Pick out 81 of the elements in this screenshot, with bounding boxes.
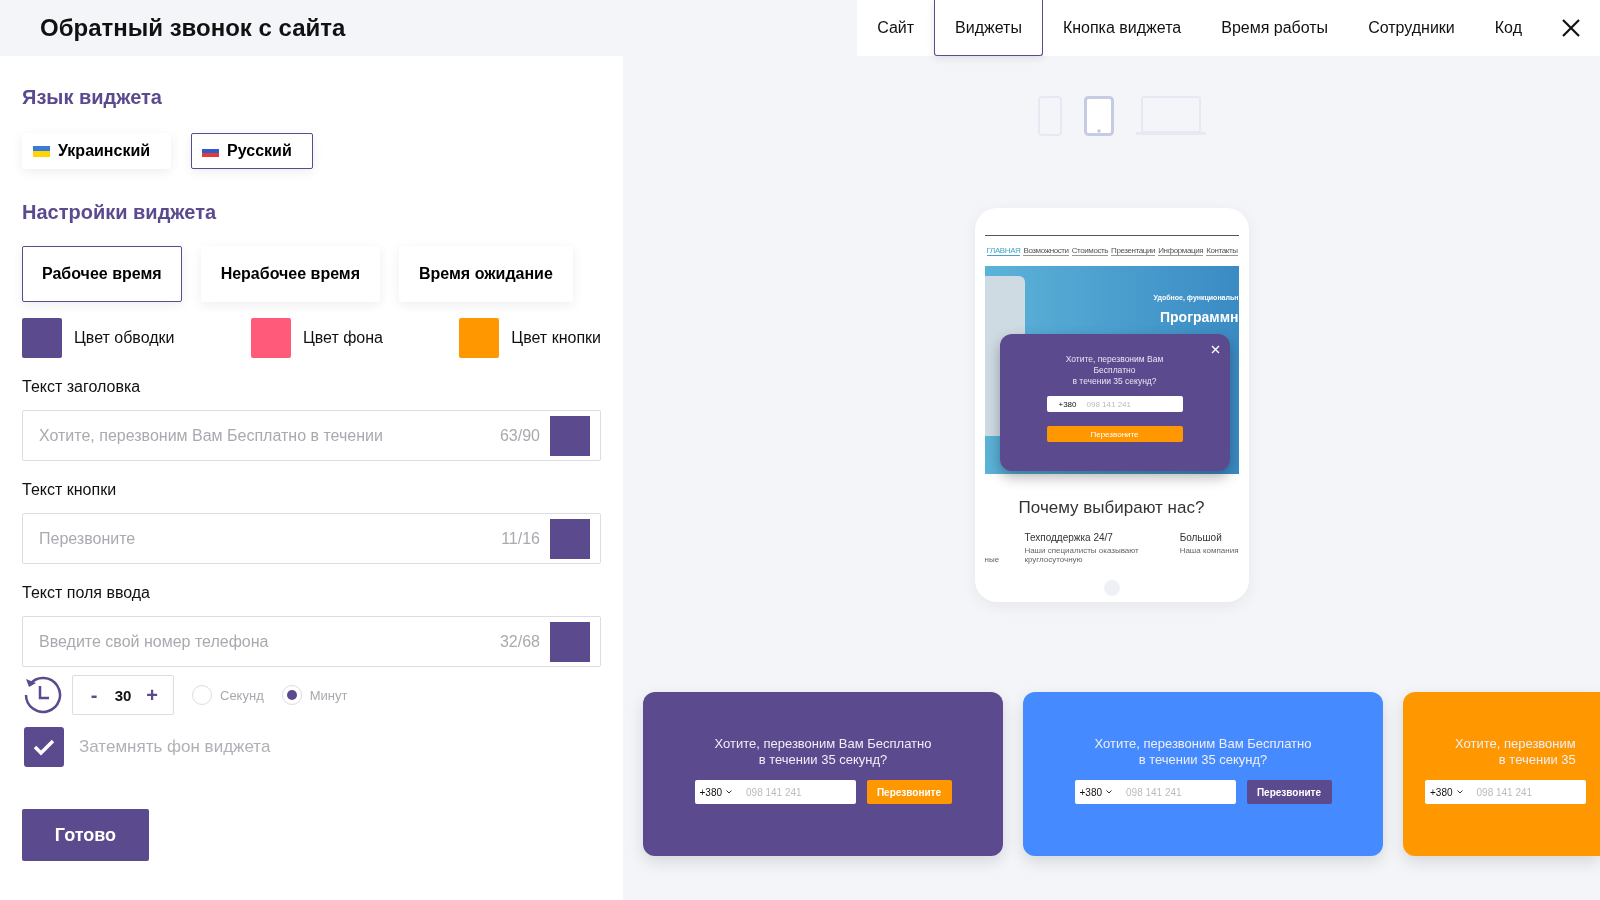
mode-button[interactable]: Рабочее время	[22, 246, 182, 302]
checkbox[interactable]	[24, 727, 64, 767]
color-swatch[interactable]	[550, 621, 590, 662]
flag-icon	[33, 145, 50, 157]
section-heading: Почему выбирают нас?	[1017, 498, 1206, 518]
phone-placeholder: 098 141 241	[1476, 786, 1533, 798]
popup-title-line: в течении 35 секунд?	[1071, 376, 1158, 387]
feature-text: Наша компания	[1179, 546, 1239, 555]
stepper-value: 30	[113, 686, 133, 704]
phone-placeholder: 098 141 241	[746, 786, 802, 798]
color-label: Цвет обводки	[74, 329, 175, 347]
card-title-line: Хотите, перезвоним Вам Бесплатно	[714, 736, 932, 752]
checkbox-label: Затемнять фон виджета	[79, 737, 271, 757]
nav-link[interactable]: Информация	[1158, 246, 1204, 256]
color-label: Цвет кнопки	[511, 329, 601, 347]
feature-title: Техподдержка 24/7	[1024, 532, 1114, 543]
mode-button[interactable]: Нерабочее время	[200, 246, 380, 302]
phone-field[interactable]: +380 098 141 241	[1425, 780, 1586, 804]
caret-icon	[726, 790, 733, 794]
phone-placeholder: 098 141 241	[1126, 786, 1182, 798]
feature-text: Наши специалисты оказывают круглосуточную	[1024, 546, 1140, 564]
timer-icon	[22, 675, 62, 715]
widget-card[interactable]: Хотите, перезвоним Вам Бесплатно в течении 35 секунд? +380 098 141 241 Перезвоните	[643, 692, 1003, 856]
language-button[interactable]: Русский	[191, 133, 313, 169]
popup-title-line: Бесплатно	[1092, 365, 1137, 376]
section-title: Настройки виджета	[22, 201, 218, 224]
card-title-line: Хотите, перезвоним	[1455, 736, 1576, 752]
card-title-line: в течении 35 секунд?	[1137, 752, 1269, 768]
feature-title: Большой	[1179, 532, 1223, 543]
country-code[interactable]: +380	[699, 786, 723, 798]
close-icon	[1210, 345, 1220, 354]
placeholder-text: Введите свой номер телефона	[39, 632, 270, 651]
feature-text: ные	[984, 555, 1000, 564]
close-icon	[1562, 19, 1580, 37]
device-button[interactable]	[1083, 96, 1114, 136]
radio-label: Секунд	[220, 687, 264, 703]
color-swatch[interactable]	[250, 318, 291, 358]
country-code[interactable]: +380	[1058, 399, 1077, 409]
card-title-line: в течении 35 секунд?	[757, 752, 889, 768]
caret-icon	[1456, 790, 1463, 794]
done-button[interactable]: Готово	[22, 809, 149, 861]
section-title: Язык виджета	[22, 86, 163, 109]
radio-label: Минут	[309, 687, 348, 703]
mode-button[interactable]: Время ожидание	[399, 246, 573, 302]
phone-field[interactable]: +380 098 141 241	[1074, 780, 1236, 804]
nav-link[interactable]: Стоимость	[1071, 246, 1109, 256]
callback-button[interactable]: Перезвоните	[1246, 780, 1332, 804]
field-label: Текст заголовка	[22, 378, 142, 396]
number-stepper[interactable]: - 30 +	[72, 675, 174, 715]
color-swatch[interactable]	[550, 415, 590, 456]
placeholder-text: Хотите, перезвоним Вам Бесплатно в течении	[39, 426, 384, 445]
popup-title-line: Хотите, перезвоним Вам	[1065, 354, 1164, 365]
placeholder-text: Перезвоните	[39, 529, 137, 548]
character-counter: 63/90	[499, 426, 540, 445]
nav-link[interactable]: Презентации	[1111, 246, 1156, 256]
decrement-button[interactable]: -	[79, 682, 109, 708]
color-label: Цвет фона	[302, 329, 383, 347]
phone-field[interactable]: +380 098 141 241	[694, 780, 856, 804]
country-code[interactable]: +380	[1430, 786, 1453, 798]
field-label: Текст поля ввода	[22, 584, 151, 602]
language-button[interactable]: Украинский	[22, 133, 172, 169]
hero-title: Программн	[1159, 309, 1239, 325]
country-code[interactable]: +380	[1079, 786, 1103, 798]
increment-button[interactable]: +	[137, 682, 167, 708]
color-swatch[interactable]	[459, 318, 500, 358]
nav-link[interactable]: Контакты	[1206, 246, 1238, 256]
caret-icon	[1106, 790, 1113, 794]
nav-link[interactable]: Возможности	[1023, 246, 1069, 256]
color-swatch[interactable]	[550, 518, 590, 559]
widget-card[interactable]: Хотите, перезвоним Вам Бесплатно в течении 35 секунд? +380 098 141 241 Перезвоните	[1023, 692, 1383, 856]
widget-card[interactable]: Хотите, перезвоним в течении 35 +380 098 141 241	[1403, 692, 1600, 856]
character-counter: 32/68	[499, 632, 540, 651]
card-title-line: в течении 35	[1497, 752, 1576, 768]
page-title: Обратный звонок с сайта	[40, 14, 346, 42]
check-icon	[33, 738, 55, 756]
card-title-line: Хотите, перезвоним Вам Бесплатно	[1094, 736, 1312, 752]
tab[interactable]: Виджеты	[934, 0, 1043, 56]
tablet-icon	[1083, 96, 1114, 136]
character-counter: 11/16	[501, 529, 540, 548]
field-label: Текст кнопки	[22, 481, 118, 499]
color-swatch[interactable]	[22, 318, 62, 358]
